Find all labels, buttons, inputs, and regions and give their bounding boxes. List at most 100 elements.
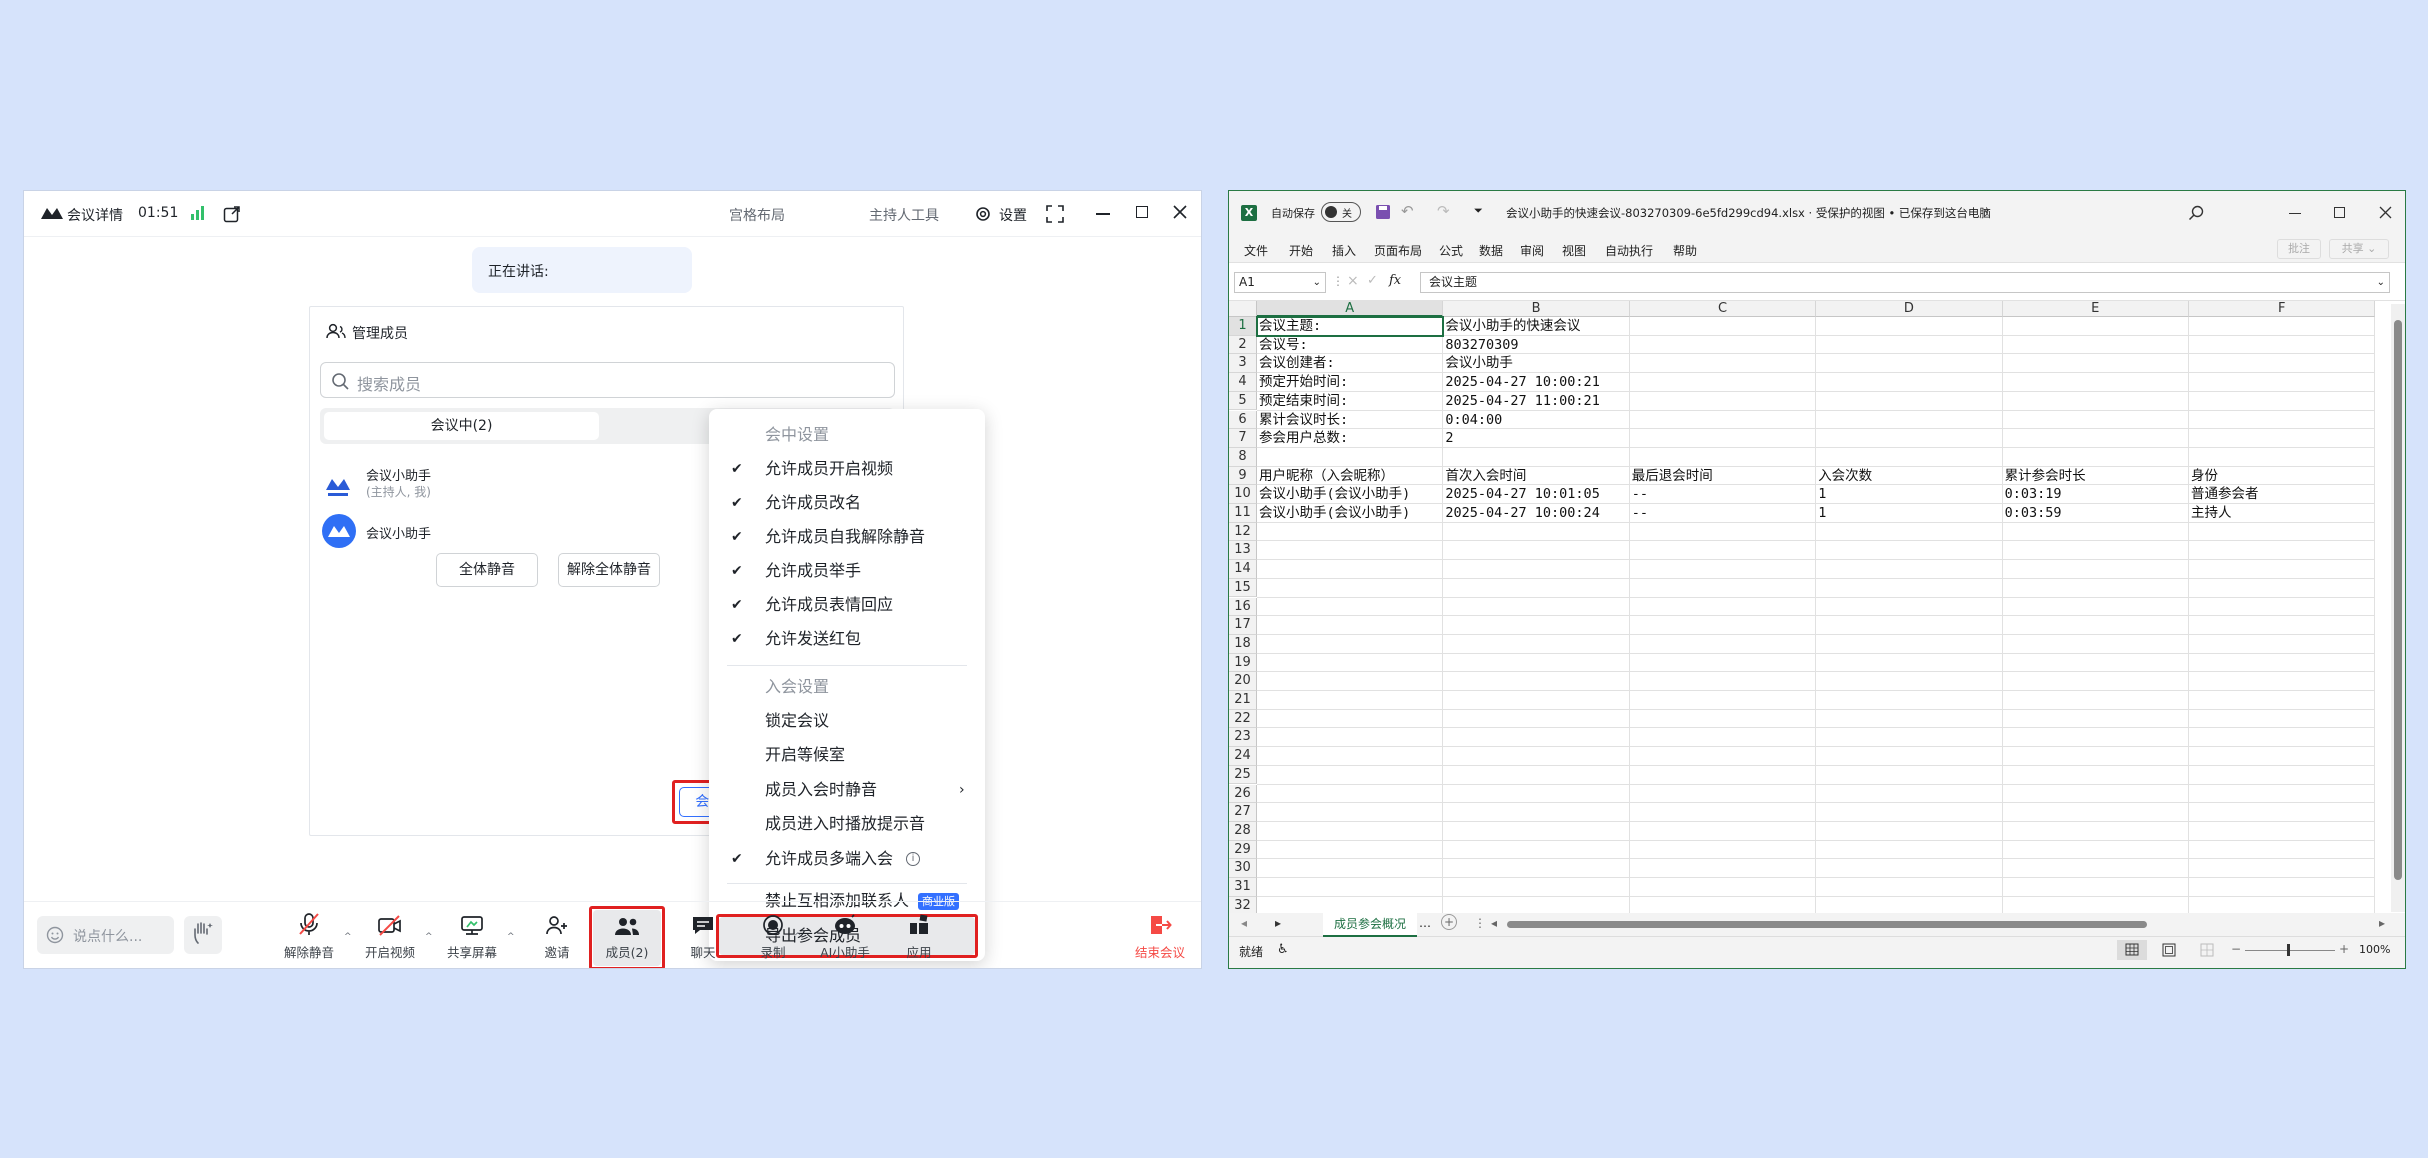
menu-item-allow-rename[interactable]: ✔ 允许成员改名 bbox=[709, 486, 985, 520]
external-link-icon[interactable] bbox=[223, 205, 241, 223]
menu-item-mute-on-join[interactable]: 成员入会时静音 › bbox=[709, 773, 985, 807]
grid-layout-button[interactable]: 宫格布局 bbox=[729, 205, 785, 225]
ribbon-tab-automate[interactable]: 自动执行 bbox=[1605, 242, 1653, 259]
end-meeting-button[interactable]: 结束会议 bbox=[1124, 902, 1196, 968]
fullscreen-icon[interactable] bbox=[1046, 205, 1064, 223]
row-header[interactable]: 15 bbox=[1229, 578, 1257, 598]
chat-button[interactable]: 聊天 bbox=[678, 902, 728, 968]
row-header[interactable]: 22 bbox=[1229, 709, 1257, 729]
cell[interactable]: 会议号: bbox=[1257, 336, 1308, 355]
settings-button[interactable]: 设置 bbox=[999, 205, 1027, 225]
ribbon-tab-review[interactable]: 审阅 bbox=[1520, 242, 1544, 259]
column-header[interactable]: F bbox=[2189, 301, 2376, 317]
cell[interactable]: -- bbox=[1630, 485, 1648, 504]
row-header[interactable]: 17 bbox=[1229, 616, 1257, 635]
zoom-out-icon[interactable]: − bbox=[2231, 942, 2241, 956]
column-header[interactable]: E bbox=[2002, 301, 2189, 317]
cell[interactable]: 会议小助手(会议小助手) bbox=[1257, 504, 1410, 523]
row-header[interactable]: 30 bbox=[1229, 859, 1257, 878]
close-icon[interactable] bbox=[1172, 204, 1188, 220]
unmute-all-button[interactable]: 解除全体静音 bbox=[558, 553, 660, 587]
cell[interactable]: 预定开始时间: bbox=[1257, 373, 1348, 392]
share-button[interactable]: 共享 ⌄ bbox=[2329, 239, 2389, 259]
cell[interactable]: 1 bbox=[1816, 485, 1826, 504]
row-header[interactable]: 9 bbox=[1229, 466, 1257, 486]
vertical-scrollbar[interactable] bbox=[2391, 304, 2405, 912]
sheet-more-icon[interactable]: … bbox=[1419, 916, 1431, 930]
row-header[interactable]: 6 bbox=[1229, 410, 1257, 430]
share-screen-button[interactable]: 共享屏幕 bbox=[442, 902, 502, 968]
accessibility-icon[interactable]: ♿ bbox=[1277, 942, 1289, 957]
cell[interactable]: 用户昵称（入会昵称） bbox=[1257, 467, 1394, 486]
autosave-toggle[interactable]: 关 bbox=[1321, 202, 1361, 222]
comments-button[interactable]: 批注 bbox=[2277, 239, 2321, 259]
row-header[interactable]: 28 bbox=[1229, 821, 1257, 841]
start-video-button[interactable]: 开启视频 bbox=[360, 902, 420, 968]
cell[interactable]: 0:03:19 bbox=[2003, 485, 2062, 504]
zoom-in-icon[interactable]: + bbox=[2339, 942, 2349, 956]
cell[interactable]: 首次入会时间 bbox=[1443, 467, 1526, 486]
row-header[interactable]: 29 bbox=[1229, 840, 1257, 860]
row-header[interactable]: 13 bbox=[1229, 541, 1257, 561]
cell[interactable]: 2025-04-27 11:00:21 bbox=[1443, 392, 1599, 411]
minimize-icon[interactable] bbox=[1096, 213, 1110, 215]
row-header[interactable]: 7 bbox=[1229, 429, 1257, 448]
select-all-corner[interactable] bbox=[1229, 301, 1257, 317]
menu-item-waiting-room[interactable]: 开启等候室 bbox=[709, 738, 985, 772]
horizontal-scroll-thumb[interactable] bbox=[1507, 921, 2147, 928]
row-header[interactable]: 16 bbox=[1229, 597, 1257, 617]
zoom-slider[interactable] bbox=[2245, 950, 2335, 951]
sheet-tab-active[interactable]: 成员参会概况 bbox=[1323, 913, 1417, 937]
row-header[interactable]: 10 bbox=[1229, 485, 1257, 504]
menu-item-multi-device[interactable]: ✔ 允许成员多端入会 i bbox=[709, 842, 985, 876]
cell[interactable]: 2025-04-27 10:00:21 bbox=[1443, 373, 1599, 392]
menu-item-join-sound[interactable]: 成员进入时播放提示音 bbox=[709, 807, 985, 841]
menu-item-allow-video[interactable]: ✔ 允许成员开启视频 bbox=[709, 452, 985, 486]
caret-up-icon[interactable]: ^ bbox=[344, 932, 352, 942]
cancel-entry-icon[interactable]: × bbox=[1347, 273, 1359, 289]
cell[interactable]: 会议小助手(会议小助手) bbox=[1257, 485, 1410, 504]
redo-icon[interactable]: ↷ bbox=[1437, 202, 1450, 220]
cell[interactable]: -- bbox=[1630, 504, 1648, 523]
function-icon[interactable]: fx bbox=[1389, 273, 1401, 288]
menu-item-allow-raise-hand[interactable]: ✔ 允许成员举手 bbox=[709, 554, 985, 588]
unmute-button[interactable]: 解除静音 bbox=[279, 902, 339, 968]
invite-button[interactable]: 邀请 bbox=[532, 902, 582, 968]
spreadsheet-grid[interactable]: A B C D E F 1 2 3 4 5 6 7 8 9 10 11 12 13 14 15 16 17 18 19 20 21 2… bbox=[1229, 301, 2405, 916]
row-header[interactable]: 31 bbox=[1229, 878, 1257, 897]
add-sheet-icon[interactable]: + bbox=[1441, 914, 1457, 930]
scroll-right-icon[interactable]: ▸ bbox=[2379, 916, 2385, 930]
cell[interactable]: 预定结束时间: bbox=[1257, 392, 1348, 411]
undo-icon[interactable]: ↶ bbox=[1401, 202, 1414, 220]
ribbon-tab-file[interactable]: 文件 bbox=[1244, 242, 1268, 259]
row-header[interactable]: 20 bbox=[1229, 672, 1257, 691]
page-break-view-icon[interactable] bbox=[2195, 940, 2219, 960]
ribbon-tab-page-layout[interactable]: 页面布局 bbox=[1374, 242, 1422, 259]
info-icon[interactable]: i bbox=[906, 852, 920, 866]
cell[interactable]: 2025-04-27 10:01:05 bbox=[1443, 485, 1599, 504]
row-header[interactable]: 4 bbox=[1229, 373, 1257, 392]
members-button[interactable]: 成员(2) bbox=[593, 902, 661, 968]
cell[interactable]: 2 bbox=[1443, 429, 1453, 448]
column-header[interactable]: D bbox=[1816, 301, 2003, 317]
cell[interactable]: 0:03:59 bbox=[2003, 504, 2062, 523]
caret-up-icon[interactable]: ^ bbox=[507, 932, 515, 942]
maximize-icon[interactable] bbox=[1136, 206, 1148, 218]
row-header[interactable]: 3 bbox=[1229, 354, 1257, 374]
cell[interactable]: 803270309 bbox=[1443, 336, 1518, 355]
apps-button[interactable]: 应用 bbox=[894, 902, 944, 968]
row-header[interactable]: 21 bbox=[1229, 691, 1257, 710]
scroll-thumb[interactable] bbox=[2394, 320, 2402, 880]
cell[interactable]: 2025-04-27 10:00:24 bbox=[1443, 504, 1599, 523]
raise-hand-button[interactable] bbox=[184, 916, 222, 954]
row-header[interactable]: 14 bbox=[1229, 560, 1257, 579]
cell[interactable]: 0:04:00 bbox=[1443, 411, 1502, 430]
page-layout-view-icon[interactable] bbox=[2157, 940, 2181, 960]
chat-quick-input[interactable]: 说点什么... bbox=[37, 916, 174, 954]
scroll-left-icon[interactable]: ◂ bbox=[1491, 916, 1497, 930]
cell[interactable]: 入会次数 bbox=[1816, 467, 1872, 486]
cell[interactable]: 主持人 bbox=[2189, 504, 2232, 523]
cell[interactable]: 1 bbox=[1816, 504, 1826, 523]
menu-item-allow-red-packet[interactable]: ✔ 允许发送红包 bbox=[709, 622, 985, 656]
meeting-details-link[interactable]: 会议详情 bbox=[67, 205, 123, 225]
